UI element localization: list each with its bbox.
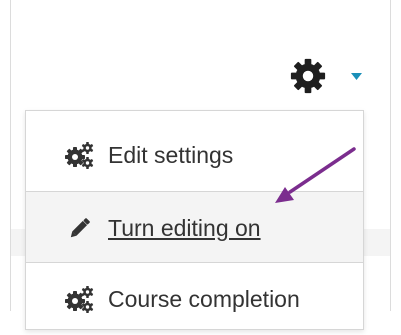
page-background: Edit settings Turn editing on Course com…: [0, 0, 401, 330]
cogs-icon: [65, 142, 94, 169]
menu-item-label: Course completion: [108, 286, 300, 312]
settings-dropdown-menu: Edit settings Turn editing on Course com…: [25, 110, 364, 330]
content-border-right: [390, 0, 391, 311]
pencil-icon: [70, 218, 90, 238]
gear-icon: [290, 58, 326, 94]
menu-item-label: Turn editing on: [108, 215, 261, 241]
caret-down-icon: [351, 73, 362, 80]
menu-item-course-completion[interactable]: Course completion: [26, 263, 363, 335]
settings-menu-toggle[interactable]: [285, 55, 370, 97]
menu-item-edit-settings[interactable]: Edit settings: [26, 119, 363, 191]
content-border-left: [10, 0, 11, 311]
menu-item-label: Edit settings: [108, 142, 234, 168]
cogs-icon: [65, 286, 94, 313]
menu-item-turn-editing-on[interactable]: Turn editing on: [26, 191, 363, 263]
